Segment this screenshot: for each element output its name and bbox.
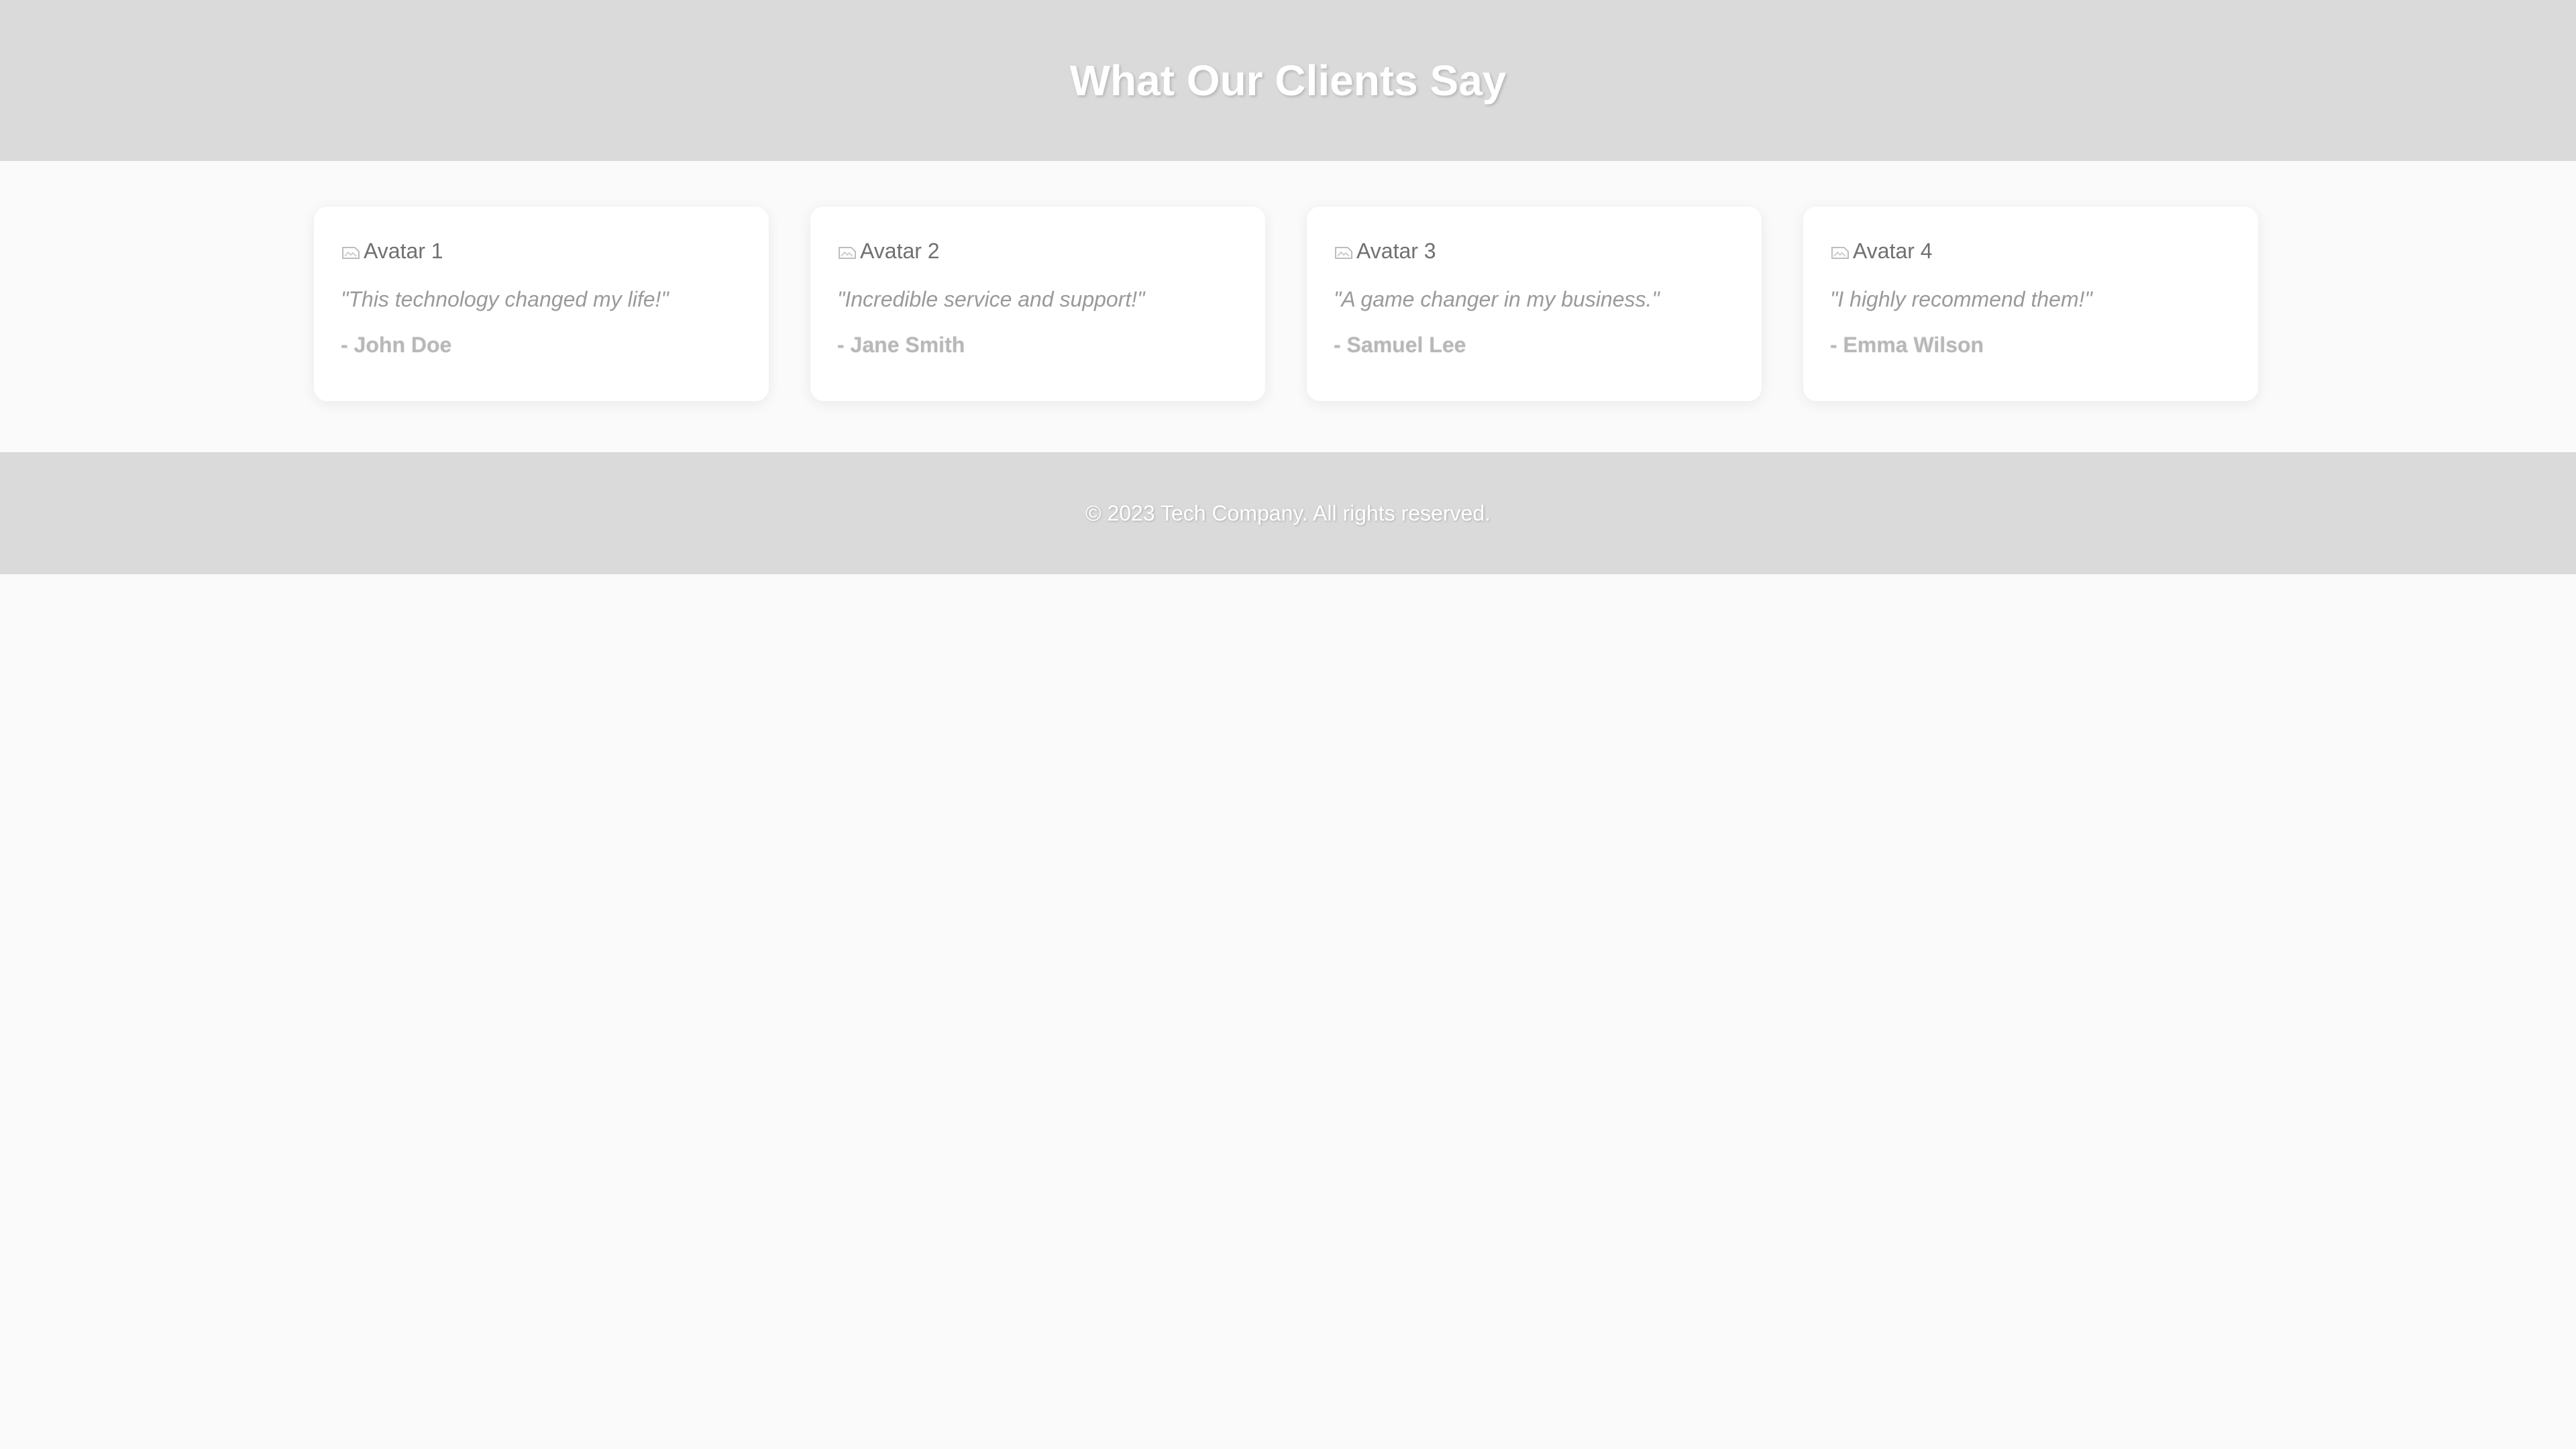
page-header: What Our Clients Say bbox=[0, 0, 2576, 161]
testimonial-card: Avatar 3 "A game changer in my business.… bbox=[1307, 207, 1762, 401]
footer-copyright: © 2023 Tech Company. All rights reserved… bbox=[1085, 500, 1491, 525]
testimonial-quote: "A game changer in my business." bbox=[1334, 287, 1660, 311]
avatar: Avatar 1 bbox=[341, 233, 443, 268]
avatar-alt-text: Avatar 3 bbox=[1356, 238, 1436, 263]
testimonial-author: - Emma Wilson bbox=[1830, 333, 1984, 357]
broken-image-icon bbox=[1830, 242, 1850, 260]
testimonial-author: - Jane Smith bbox=[837, 333, 965, 357]
broken-image-icon bbox=[1334, 242, 1354, 260]
testimonial-card: Avatar 1 "This technology changed my lif… bbox=[314, 207, 769, 401]
testimonial-card: Avatar 4 "I highly recommend them!" - Em… bbox=[1803, 207, 2258, 401]
avatar: Avatar 3 bbox=[1334, 233, 1436, 268]
testimonial-author: - John Doe bbox=[341, 333, 452, 357]
page-title: What Our Clients Say bbox=[1069, 56, 1507, 105]
broken-image-icon bbox=[837, 242, 857, 260]
avatar-alt-text: Avatar 4 bbox=[1853, 238, 1933, 263]
testimonial-quote: "This technology changed my life!" bbox=[341, 287, 669, 311]
page-footer: © 2023 Tech Company. All rights reserved… bbox=[0, 452, 2576, 574]
testimonial-quote: "I highly recommend them!" bbox=[1830, 287, 2092, 311]
testimonial-author: - Samuel Lee bbox=[1334, 333, 1466, 357]
avatar-alt-text: Avatar 1 bbox=[364, 238, 443, 263]
avatar: Avatar 2 bbox=[837, 233, 940, 268]
testimonial-card: Avatar 2 "Incredible service and support… bbox=[810, 207, 1265, 401]
broken-image-icon bbox=[341, 242, 361, 260]
testimonials-section: Avatar 1 "This technology changed my lif… bbox=[0, 161, 2576, 452]
avatar-alt-text: Avatar 2 bbox=[860, 238, 940, 263]
avatar: Avatar 4 bbox=[1830, 233, 1933, 268]
testimonial-quote: "Incredible service and support!" bbox=[837, 287, 1145, 311]
